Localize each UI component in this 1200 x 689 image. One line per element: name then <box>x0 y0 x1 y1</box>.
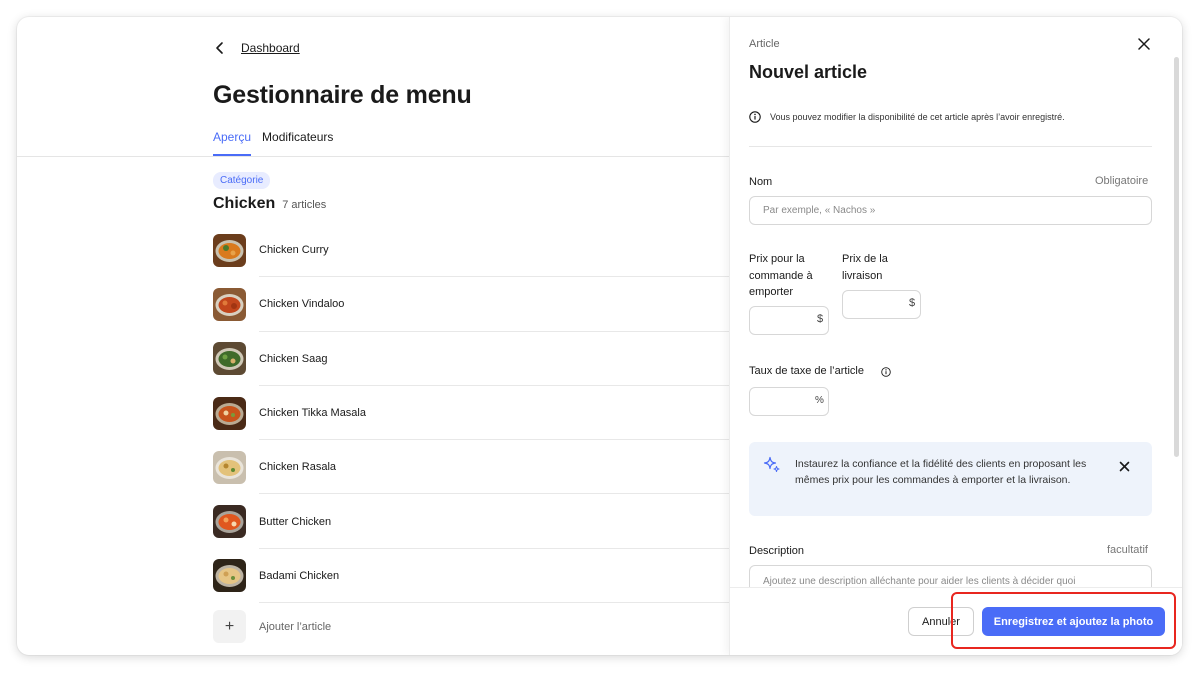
list-item[interactable]: Butter Chicken <box>213 494 729 549</box>
category-name: Chicken <box>213 195 276 212</box>
item-label: Butter Chicken <box>259 515 332 528</box>
item-label: Chicken Curry <box>259 244 329 257</box>
tab-bar: Aperçu Modificateurs <box>213 130 333 156</box>
pickup-price-input[interactable] <box>749 306 829 335</box>
chevron-left-icon[interactable] <box>213 41 227 55</box>
sparkle-icon <box>763 456 780 473</box>
panel-title: Nouvel article <box>749 62 868 82</box>
list-item[interactable]: Badami Chicken <box>213 549 729 604</box>
app-window: Dashboard Gestionnaire de menu Aperçu Mo… <box>17 17 1182 655</box>
name-input[interactable] <box>749 196 1152 225</box>
info-icon <box>749 111 761 123</box>
panel-eyebrow: Article <box>749 38 780 50</box>
info-icon[interactable] <box>881 367 891 377</box>
row-divider <box>259 602 729 604</box>
plus-icon: + <box>213 610 246 643</box>
page-title: Gestionnaire de menu <box>213 81 472 109</box>
tikka-masala-dish-photo <box>213 396 246 430</box>
availability-info-text: Vous pouvez modifier la disponibilité de… <box>770 112 1065 122</box>
cancel-button[interactable]: Annuler <box>908 607 974 636</box>
tab-apercu[interactable]: Aperçu <box>213 130 252 156</box>
add-item-label: Ajouter l’article <box>259 620 332 633</box>
list-item[interactable]: Chicken Saag <box>213 332 729 386</box>
tab-modificateurs[interactable]: Modificateurs <box>262 130 333 156</box>
list-item[interactable]: Chicken Vindaloo <box>213 277 729 332</box>
category-badge: Catégorie <box>213 172 271 189</box>
save-and-add-photo-button[interactable]: Enregistrez et ajoutez la photo <box>982 607 1165 636</box>
butter-chicken-dish-photo <box>213 505 246 539</box>
category-count: 7 articles <box>282 199 327 211</box>
item-label: Chicken Tikka Masala <box>259 407 366 420</box>
list-item[interactable]: Chicken Rasala <box>213 440 729 495</box>
description-label: Description <box>749 545 805 557</box>
saag-dish-photo <box>213 342 246 376</box>
section-divider <box>749 146 1152 147</box>
name-required-note: Obligatoire <box>1095 175 1149 187</box>
rasala-dish-photo <box>213 450 246 484</box>
item-label: Chicken Saag <box>259 352 328 365</box>
delivery-price-input[interactable] <box>842 290 921 319</box>
item-label: Chicken Vindaloo <box>259 298 345 311</box>
tax-rate-input[interactable] <box>749 387 829 416</box>
tabs-divider <box>17 156 729 157</box>
category-header: Chicken 7 articles <box>213 195 326 213</box>
availability-info: Vous pouvez modifier la disponibilité de… <box>749 111 1065 123</box>
add-item-button[interactable]: + Ajouter l’article <box>213 610 331 643</box>
new-item-panel: Article Nouvel article Vous pouvez modif… <box>729 17 1182 655</box>
pickup-price-label: Prix pour la commande à emporter <box>749 253 813 298</box>
panel-footer: Annuler Enregistrez et ajoutez la photo <box>730 587 1182 655</box>
dashboard-link[interactable]: Dashboard <box>241 41 300 55</box>
menu-manager: Dashboard Gestionnaire de menu Aperçu Mo… <box>17 17 729 655</box>
vindaloo-dish-photo <box>213 287 246 321</box>
pricing-tip-text: Instaurez la confiance et la fidélité de… <box>795 458 1087 486</box>
name-label: Nom <box>749 176 773 188</box>
breadcrumb: Dashboard <box>213 41 300 55</box>
item-label: Chicken Rasala <box>259 461 337 474</box>
list-item[interactable]: Chicken Curry <box>213 223 729 278</box>
delivery-price-label: Prix de la livraison <box>842 253 888 282</box>
pricing-tip-banner: Instaurez la confiance et la fidélité de… <box>749 442 1152 516</box>
dismiss-tip-icon[interactable] <box>1119 461 1130 472</box>
description-optional-note: facultatif <box>1107 544 1148 556</box>
item-label: Badami Chicken <box>259 569 340 582</box>
badami-chicken-dish-photo <box>213 559 246 593</box>
panel-scrollbar[interactable] <box>1174 57 1179 457</box>
close-icon[interactable] <box>1137 37 1151 51</box>
curry-dish-photo <box>213 233 246 267</box>
list-item[interactable]: Chicken Tikka Masala <box>213 386 729 441</box>
description-input[interactable]: Ajoutez une description alléchante pour … <box>749 565 1152 587</box>
tax-rate-label: Taux de taxe de l’article <box>749 365 864 377</box>
item-list: Chicken Curry Chicken Vindaloo Chicken S… <box>213 223 729 604</box>
